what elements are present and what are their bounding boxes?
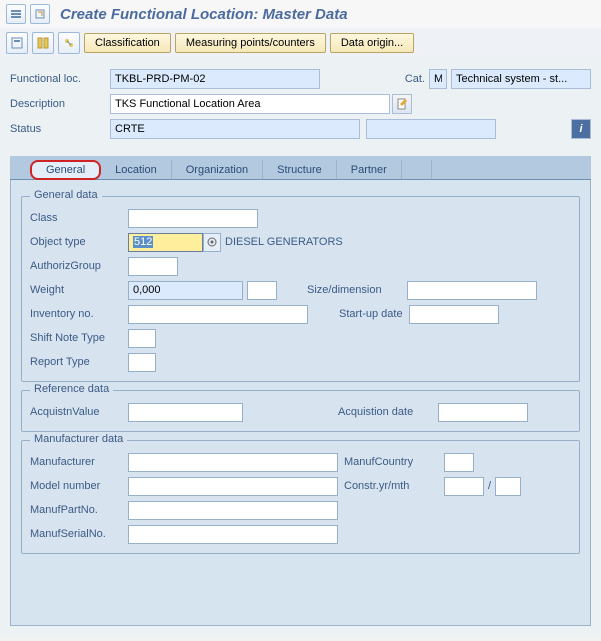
tab-organization[interactable]: Organization (172, 160, 263, 179)
startup-input[interactable] (409, 305, 499, 324)
toolbar-icon-2[interactable] (32, 32, 54, 54)
manufacturer-input[interactable] (128, 453, 338, 472)
size-label: Size/dimension (307, 284, 407, 296)
shift-input[interactable] (128, 329, 156, 348)
model-label: Model number (30, 480, 128, 492)
class-input[interactable] (128, 209, 258, 228)
size-input[interactable] (407, 281, 537, 300)
cat-desc-input[interactable] (451, 69, 591, 89)
serial-label: ManufSerialNo. (30, 528, 128, 540)
serial-input[interactable] (128, 525, 338, 544)
weight-label: Weight (30, 284, 128, 296)
part-input[interactable] (128, 501, 338, 520)
shift-label: Shift Note Type (30, 332, 128, 344)
constr-month-input[interactable] (495, 477, 521, 496)
measuring-points-button[interactable]: Measuring points/counters (175, 33, 326, 53)
status-input[interactable] (110, 119, 360, 139)
func-loc-input[interactable] (110, 69, 320, 89)
constr-sep: / (488, 480, 491, 492)
authoriz-label: AuthorizGroup (30, 260, 128, 272)
reference-data-title: Reference data (30, 383, 113, 395)
object-type-desc: DIESEL GENERATORS (225, 236, 343, 248)
object-type-label: Object type (30, 236, 128, 248)
general-data-title: General data (30, 189, 102, 201)
report-label: Report Type (30, 356, 128, 368)
status-input-2[interactable] (366, 119, 496, 139)
inventory-input[interactable] (128, 305, 308, 324)
weight-unit-input[interactable] (247, 281, 277, 300)
toolbar-icon-1[interactable] (6, 32, 28, 54)
startup-label: Start-up date (309, 308, 409, 320)
weight-input[interactable] (128, 281, 243, 300)
tab-more[interactable] (402, 160, 432, 179)
acq-value-input[interactable] (128, 403, 243, 422)
acq-value-label: AcquistnValue (30, 406, 128, 418)
manuf-country-label: ManufCountry (344, 456, 444, 468)
func-loc-label: Functional loc. (10, 73, 110, 85)
class-label: Class (30, 212, 128, 224)
classification-button[interactable]: Classification (84, 33, 171, 53)
tab-partner[interactable]: Partner (337, 160, 402, 179)
authoriz-input[interactable] (128, 257, 178, 276)
tab-location[interactable]: Location (101, 160, 172, 179)
constr-label: Constr.yr/mth (344, 480, 444, 492)
manufacturer-data-title: Manufacturer data (30, 433, 127, 445)
desc-longtext-button[interactable] (392, 94, 412, 114)
desc-label: Description (10, 98, 110, 110)
acq-date-input[interactable] (438, 403, 528, 422)
data-origin-button[interactable]: Data origin... (330, 33, 414, 53)
cat-label: Cat. (405, 73, 425, 85)
manuf-country-input[interactable] (444, 453, 474, 472)
desc-input[interactable] (110, 94, 390, 114)
status-info-button[interactable]: i (571, 119, 591, 139)
expand-icon[interactable] (30, 4, 50, 24)
page-title: Create Functional Location: Master Data (60, 6, 348, 23)
status-label: Status (10, 123, 110, 135)
constr-year-input[interactable] (444, 477, 484, 496)
inventory-label: Inventory no. (30, 308, 128, 320)
object-type-input[interactable]: 512 (128, 233, 203, 252)
report-input[interactable] (128, 353, 156, 372)
tab-structure[interactable]: Structure (263, 160, 337, 179)
model-input[interactable] (128, 477, 338, 496)
tab-general[interactable]: General (30, 160, 101, 180)
menu-icon[interactable] (6, 4, 26, 24)
toolbar-icon-3[interactable] (58, 32, 80, 54)
acq-date-label: Acquistion date (338, 406, 438, 418)
object-type-f4[interactable] (203, 233, 221, 252)
manufacturer-label: Manufacturer (30, 456, 128, 468)
part-label: ManufPartNo. (30, 504, 128, 516)
cat-input[interactable] (429, 69, 447, 89)
